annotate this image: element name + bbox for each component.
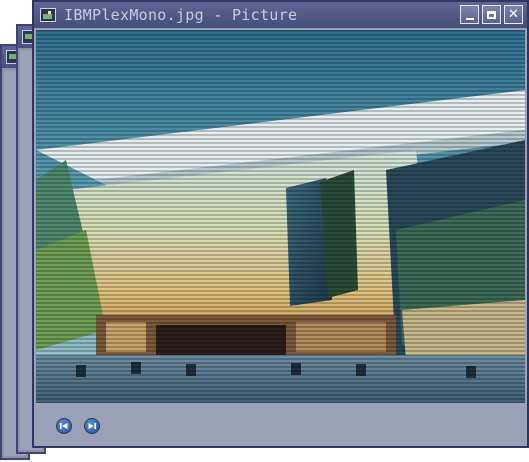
close-icon: ✕ bbox=[508, 7, 519, 22]
next-picture-button[interactable] bbox=[84, 418, 100, 434]
window-title: IBMPlexMono.jpg - Picture bbox=[64, 6, 298, 24]
picture-view bbox=[36, 30, 525, 403]
minimize-button[interactable] bbox=[460, 5, 479, 24]
skip-forward-icon bbox=[88, 423, 96, 429]
building-photo bbox=[36, 30, 525, 403]
picture-app-icon bbox=[40, 8, 56, 22]
maximize-icon bbox=[487, 10, 496, 19]
picture-toolbar bbox=[34, 405, 527, 446]
previous-picture-button[interactable] bbox=[56, 418, 72, 434]
window-titlebar[interactable]: IBMPlexMono.jpg - Picture ✕ bbox=[34, 2, 527, 28]
desktop: IBMPlexMono.jpg - Picture ✕ bbox=[0, 0, 529, 462]
picture-window: IBMPlexMono.jpg - Picture ✕ bbox=[32, 0, 529, 448]
close-button[interactable]: ✕ bbox=[504, 5, 523, 24]
maximize-button[interactable] bbox=[482, 5, 501, 24]
window-controls: ✕ bbox=[460, 5, 523, 24]
minimize-icon bbox=[465, 17, 474, 20]
skip-back-icon bbox=[60, 423, 68, 429]
